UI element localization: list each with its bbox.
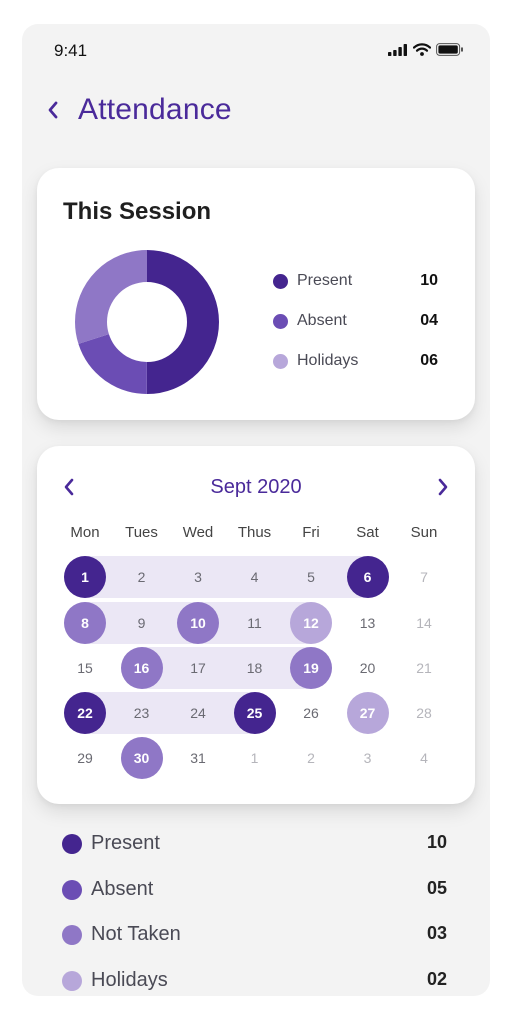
signal-icon <box>388 43 407 56</box>
legend-item: Absent 04 <box>273 308 438 348</box>
calendar-day[interactable]: 9 <box>121 602 163 644</box>
summary-label: Absent <box>91 877 154 900</box>
calendar-day[interactable]: 4 <box>403 737 445 779</box>
chevron-right-icon <box>438 478 448 496</box>
calendar-day[interactable]: 26 <box>290 692 332 734</box>
calendar-day[interactable]: 16 <box>120 647 163 689</box>
calendar-day[interactable]: 30 <box>120 737 163 779</box>
legend-label: Absent <box>297 312 347 329</box>
calendar-day[interactable]: 4 <box>234 556 276 598</box>
summary-value: 02 <box>426 968 447 989</box>
status-bar: 9:41 <box>22 24 490 76</box>
summary-value: 03 <box>426 923 447 943</box>
calendar-day[interactable]: 2 <box>290 737 332 779</box>
calendar-day[interactable]: 24 <box>177 692 219 734</box>
legend-value: 10 <box>420 272 438 289</box>
weekday-label: Fri <box>302 524 320 541</box>
summary-dot <box>62 879 82 900</box>
status-icons <box>388 43 464 56</box>
calendar-day[interactable]: 8 <box>64 602 106 644</box>
weekday-label: Sun <box>410 524 438 541</box>
phone-screen: 9:41 Attendance This Session Present 10 … <box>22 24 490 996</box>
calendar-day[interactable]: 13 <box>347 602 389 644</box>
calendar-day[interactable]: 18 <box>234 647 276 689</box>
session-card: This Session Present 10 Absent 04 Holidays 06 <box>37 168 475 420</box>
next-month-button[interactable] <box>433 474 453 500</box>
weekday-label: Sat <box>356 524 379 541</box>
calendar-day[interactable]: 11 <box>234 602 276 644</box>
wifi-icon <box>413 43 431 56</box>
summary-item: Holidays 02 <box>62 967 447 997</box>
calendar-day[interactable]: 19 <box>290 647 332 689</box>
legend-label: Holidays <box>297 352 359 369</box>
calendar-day[interactable]: 12 <box>290 602 332 644</box>
calendar-day[interactable]: 21 <box>403 647 445 689</box>
calendar-day[interactable]: 25 <box>233 692 276 734</box>
legend-dot <box>273 314 288 329</box>
legend-dot <box>273 354 288 369</box>
legend-value: 04 <box>420 312 438 329</box>
calendar-day[interactable]: 1 <box>64 556 106 598</box>
calendar-day[interactable]: 23 <box>121 692 163 734</box>
attendance-summary: Present 10 Absent 05 Not Taken 03 Holidays 02 <box>62 830 447 996</box>
summary-dot <box>62 970 82 991</box>
summary-dot <box>62 834 82 854</box>
calendar-day[interactable]: 7 <box>403 556 445 598</box>
chevron-left-icon <box>48 101 58 119</box>
summary-value: 05 <box>426 877 447 898</box>
summary-label: Holidays <box>91 968 168 991</box>
session-legend: Present 10 Absent 04 Holidays 06 <box>273 268 438 388</box>
weekday-label: Thus <box>237 524 272 541</box>
weekday-label: Tues <box>125 524 158 541</box>
summary-item: Absent 05 <box>62 876 447 922</box>
weekday-label: Mon <box>70 524 100 541</box>
calendar-day[interactable]: 31 <box>177 737 219 779</box>
attendance-donut-chart <box>75 250 219 394</box>
calendar-day[interactable]: 3 <box>177 556 219 598</box>
summary-dot <box>62 925 82 945</box>
calendar-day[interactable]: 27 <box>346 692 389 734</box>
weekday-header: Mon Tues Wed Thus Fri Sat Sun <box>57 524 455 544</box>
summary-label: Not Taken <box>91 923 181 945</box>
calendar-day[interactable]: 5 <box>290 556 332 598</box>
summary-label: Present <box>91 832 160 854</box>
legend-item: Present 10 <box>273 268 438 308</box>
page-title: Attendance <box>78 93 232 126</box>
back-button[interactable] <box>46 95 66 125</box>
calendar-day[interactable]: 3 <box>347 737 389 779</box>
calendar-day[interactable]: 1 <box>234 737 276 779</box>
calendar-day[interactable]: 14 <box>403 602 445 644</box>
legend-item: Holidays 06 <box>273 348 438 388</box>
session-title: This Session <box>63 198 212 225</box>
calendar-day[interactable]: 29 <box>64 737 106 779</box>
status-time: 9:41 <box>54 41 88 60</box>
legend-dot <box>273 274 288 289</box>
battery-icon <box>436 43 463 56</box>
legend-value: 06 <box>420 352 438 369</box>
week-highlight <box>64 556 389 598</box>
header: Attendance <box>46 88 232 132</box>
calendar-month: Sept 2020 <box>210 476 302 498</box>
calendar-day[interactable]: 2 <box>121 556 163 598</box>
calendar-day[interactable]: 17 <box>177 647 219 689</box>
summary-value: 10 <box>426 832 447 852</box>
calendar-day[interactable]: 15 <box>64 647 106 689</box>
calendar-day[interactable]: 20 <box>347 647 389 689</box>
summary-item: Not Taken 03 <box>62 921 447 967</box>
calendar-day[interactable]: 22 <box>64 692 106 734</box>
summary-item: Present 10 <box>62 830 447 876</box>
calendar-card: Sept 2020 Mon Tues Wed Thus Fri Sat Sun 123456… <box>37 446 475 804</box>
weekday-label: Wed <box>182 524 214 541</box>
calendar-day[interactable]: 28 <box>403 692 445 734</box>
calendar-day[interactable]: 6 <box>346 556 389 598</box>
calendar-day[interactable]: 10 <box>177 602 219 644</box>
legend-label: Present <box>297 272 353 289</box>
calendar-nav: Sept 2020 <box>37 474 475 500</box>
